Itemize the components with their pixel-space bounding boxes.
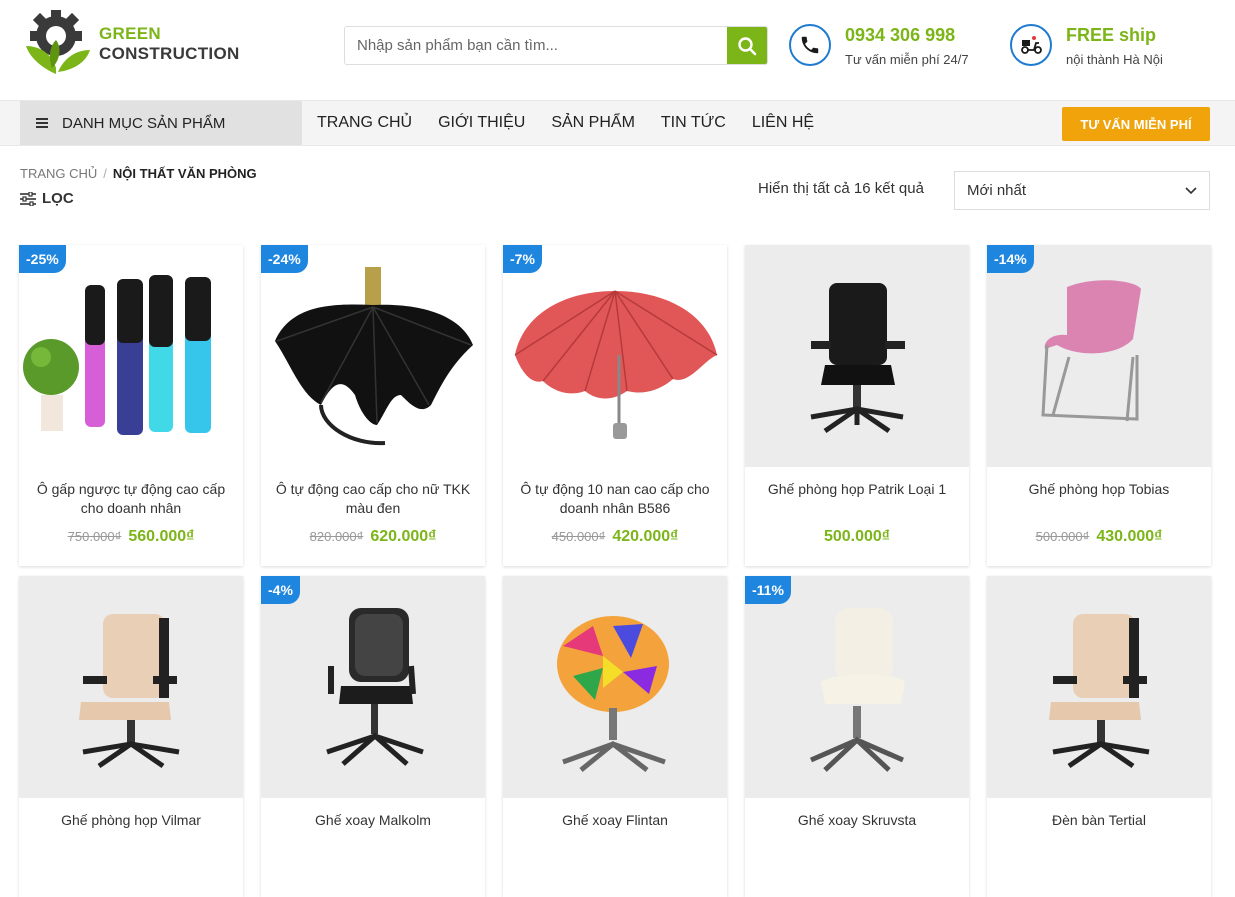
product-price: 500.000₫ [745,528,969,546]
search-icon [738,36,757,55]
nav-item-news[interactable]: TIN TỨC [648,114,739,132]
chevron-down-icon [1185,186,1197,194]
folded-umbrellas-icon [23,275,211,435]
colorful-chair-icon [557,616,669,772]
filter-sliders-icon [20,191,36,206]
product-name[interactable]: Ô gấp ngược tự động cao cấp cho doanh nh… [29,480,233,518]
product-name[interactable]: Ghế xoay Flintan [513,811,717,830]
product-image[interactable] [261,576,485,798]
product-card[interactable]: Đèn bàn Tertial [987,576,1211,897]
old-price: 820.000₫ [309,529,364,544]
product-card[interactable]: Ghế phòng họp Vilmar [19,576,243,897]
product-card[interactable]: -4% Ghế xoay Malkolm [261,576,485,897]
sale-price: 430.000₫ [1096,528,1163,545]
beige-chair-icon [79,614,180,769]
discount-badge: -7% [503,245,542,273]
product-image[interactable] [503,245,727,467]
nav-item-contact[interactable]: LIÊN HỆ [739,114,827,132]
product-image[interactable] [745,245,969,467]
product-card[interactable]: -24% Ô tự động cao cấp cho nữ TKK màu đe… [261,245,485,566]
nav-item-home[interactable]: TRANG CHỦ [304,114,425,132]
old-price: 450.000₫ [551,529,606,544]
main-navigation: DANH MỤC SẢN PHẨM TRANG CHỦ GIỚI THIỆU S… [0,100,1235,146]
red-umbrella-icon [514,290,718,439]
delivery-scooter-icon [1010,24,1052,66]
hamburger-icon [36,116,48,130]
search-button[interactable] [727,27,767,64]
nav-item-about[interactable]: GIỚI THIỆU [425,114,538,132]
search-bar [344,26,768,65]
product-image[interactable] [503,576,727,798]
product-card[interactable]: -7% Ô tự động 10 nan cao cấp cho doanh n… [503,245,727,566]
sale-price: 560.000₫ [128,528,195,545]
product-name[interactable]: Ghế xoay Skruvsta [755,811,959,830]
product-name[interactable]: Đèn bàn Tertial [997,811,1201,830]
product-image[interactable] [19,245,243,467]
search-input[interactable] [345,27,727,64]
hotline-number: 0934 306 998 [845,25,956,45]
product-name[interactable]: Ô tự động cao cấp cho nữ TKK màu đen [271,480,475,518]
product-name[interactable]: Ô tự động 10 nan cao cấp cho doanh nhân … [513,480,717,518]
discount-badge: -24% [261,245,308,273]
mesh-chair-icon [326,608,424,766]
site-header: GREEN CONSTRUCTION 0934 306 998 Tư vấn m… [0,0,1235,100]
product-card[interactable]: -25% Ô gấp ngược tự động cao cấp cho doa… [19,245,243,566]
product-card[interactable]: Ghế xoay Flintan [503,576,727,897]
breadcrumb-current: NỘI THẤT VĂN PHÒNG [112,166,257,181]
product-card[interactable]: -11% Ghế xoay Skruvsta [745,576,969,897]
gear-leaf-logo-icon [26,10,90,74]
product-name[interactable]: Ghế xoay Malkolm [271,811,475,830]
phone-icon [789,24,831,66]
nav-menu: TRANG CHỦ GIỚI THIỆU SẢN PHẨM TIN TỨC LI… [304,101,827,145]
result-count: Hiển thị tất cả 16 kết quả [758,180,924,197]
hotline-block[interactable]: 0934 306 998 Tư vấn miễn phí 24/7 [789,24,969,67]
beige-chair-icon [1049,614,1150,769]
filter-label: LỌC [42,190,74,207]
product-price: 820.000₫ 620.000₫ [261,528,485,546]
black-umbrella-icon [275,267,473,446]
product-name[interactable]: Ghế phòng họp Tobias [997,480,1201,499]
breadcrumb-separator: / [103,166,107,181]
discount-badge: -14% [987,245,1034,273]
product-price: 750.000₫ 560.000₫ [19,528,243,546]
shipping-block: FREE ship nội thành Hà Nội [1010,24,1163,67]
site-logo[interactable]: GREEN CONSTRUCTION [22,8,262,76]
product-name[interactable]: Ghế phòng họp Patrik Loại 1 [755,480,959,499]
product-price: 500.000₫ 430.000₫ [987,528,1211,546]
sale-price: 620.000₫ [370,528,437,545]
sort-selected-value: Mới nhất [967,182,1027,199]
discount-badge: -11% [745,576,791,604]
hotline-subtext: Tư vấn miễn phí 24/7 [845,52,969,67]
white-chair-icon [810,608,905,772]
shipping-title: FREE ship [1066,25,1157,45]
category-menu-button[interactable]: DANH MỤC SẢN PHẨM [20,101,302,145]
pink-chair-icon [1041,280,1141,422]
logo-text-green: GREEN [99,24,161,43]
sort-select[interactable]: Mới nhất [954,171,1210,210]
breadcrumb-home[interactable]: TRANG CHỦ [20,166,97,181]
nav-item-products[interactable]: SẢN PHẨM [538,114,648,132]
logo-text-construction: CONSTRUCTION [99,44,240,63]
product-card[interactable]: Ghế phòng họp Patrik Loại 1 500.000₫ [745,245,969,566]
product-card[interactable]: -14% Ghế phòng họp Tobias 500.000₫ 430.00… [987,245,1211,566]
breadcrumb: TRANG CHỦ / NỘI THẤT VĂN PHÒNG [20,166,257,181]
product-image[interactable] [19,576,243,798]
old-price: 750.000₫ [67,529,122,544]
product-name[interactable]: Ghế phòng họp Vilmar [29,811,233,830]
category-menu-label: DANH MỤC SẢN PHẨM [62,114,226,132]
product-image[interactable] [987,245,1211,467]
product-image[interactable] [745,576,969,798]
shipping-subtext: nội thành Hà Nội [1066,52,1163,67]
product-image[interactable] [261,245,485,467]
discount-badge: -4% [261,576,300,604]
discount-badge: -25% [19,245,66,273]
product-price: 450.000₫ 420.000₫ [503,528,727,546]
old-price: 500.000₫ [1035,529,1090,544]
sale-price: 420.000₫ [612,528,679,545]
office-chair-icon [810,283,905,434]
filter-button[interactable]: LỌC [20,190,74,207]
free-consult-button[interactable]: TƯ VẤN MIỄN PHÍ [1062,107,1210,141]
product-image[interactable] [987,576,1211,798]
sale-price: 500.000₫ [823,528,891,545]
